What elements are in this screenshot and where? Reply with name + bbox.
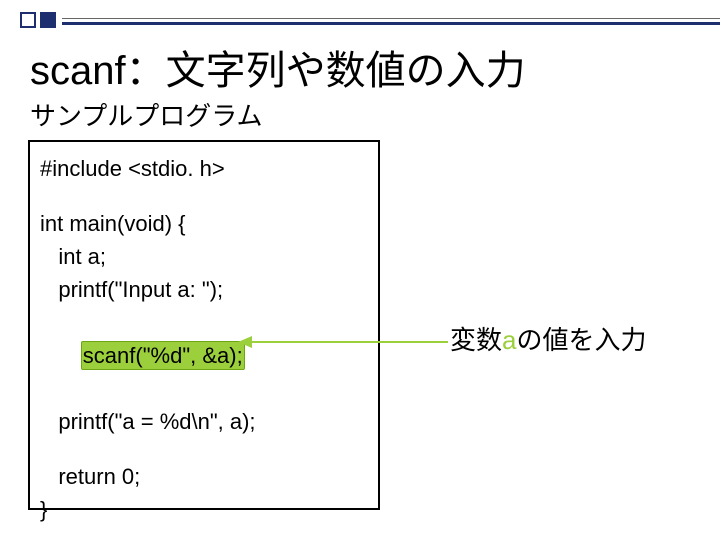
code-line-main: int main(void) {	[40, 207, 368, 240]
thick-rule	[62, 22, 720, 25]
annotation-text: 変数aの値を入力	[450, 320, 647, 357]
code-highlight-text: scanf("%d", &a);	[83, 343, 243, 368]
page-title: scanf：文字列や数値の入力	[30, 38, 526, 96]
thin-rule	[62, 18, 720, 19]
square-open-icon	[20, 12, 36, 28]
code-line-return: return 0;	[40, 460, 368, 493]
code-highlight: scanf("%d", &a);	[83, 339, 243, 372]
code-line-printf: printf("a = %d\n", a);	[40, 405, 368, 438]
code-line-decl: int a;	[40, 240, 368, 273]
code-line-scanf: scanf("%d", &a);	[40, 306, 368, 405]
code-line-close: }	[40, 493, 368, 526]
annotation-pre: 変数	[450, 325, 502, 355]
square-solid-icon	[40, 12, 56, 28]
code-line-prompt: printf("Input a: ");	[40, 273, 368, 306]
code-sample: #include <stdio. h> int main(void) { int…	[28, 140, 380, 510]
slide-header-decoration	[0, 14, 720, 28]
annotation-var: a	[502, 325, 516, 355]
annotation-post: の値を入力	[516, 325, 646, 355]
page-subtitle: サンプルプログラム	[30, 96, 262, 133]
code-line-include: #include <stdio. h>	[40, 152, 368, 185]
